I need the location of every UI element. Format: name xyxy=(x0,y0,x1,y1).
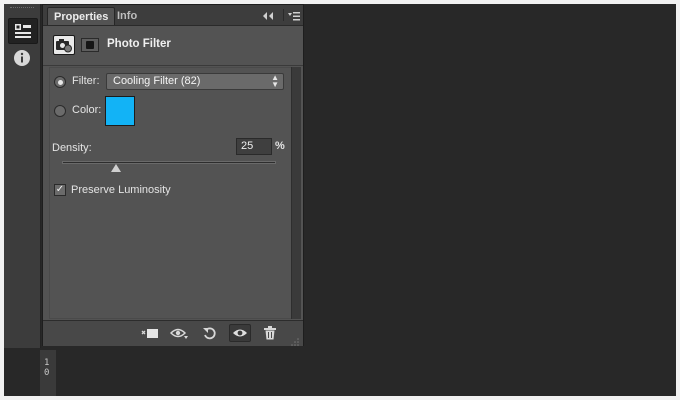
panel-tab-bar: Properties Info xyxy=(43,5,303,26)
app-window: Properties Info Photo Filter Filter: Coo… xyxy=(4,4,676,396)
eye-previous-icon xyxy=(170,328,188,339)
filter-select-value: Cooling Filter (82) xyxy=(113,75,201,87)
properties-panel-icon[interactable] xyxy=(8,18,38,44)
density-input[interactable]: 25 xyxy=(236,138,272,155)
panel-icon-strip xyxy=(4,4,41,348)
density-unit: % xyxy=(275,140,285,152)
ruler-digit: 0 xyxy=(44,368,50,378)
properties-icon xyxy=(15,24,31,38)
adjustment-header: Photo Filter xyxy=(43,25,303,66)
tab-info[interactable]: Info xyxy=(111,7,143,25)
properties-panel: Properties Info Photo Filter Filter: Coo… xyxy=(42,4,304,346)
panel-bottom-bar xyxy=(43,320,303,346)
radio-dot xyxy=(57,79,63,85)
adjustment-title: Photo Filter xyxy=(107,38,171,50)
select-arrows-icon: ▲ ▼ xyxy=(271,73,279,89)
color-label: Color: xyxy=(72,104,102,116)
eye-icon xyxy=(233,329,247,337)
tab-bar-divider xyxy=(283,9,284,21)
panel-scrollbar[interactable] xyxy=(291,67,301,319)
resize-grip-icon xyxy=(291,338,299,346)
delete-layer-button[interactable] xyxy=(259,324,281,342)
clip-to-layer-icon xyxy=(141,329,158,338)
info-icon xyxy=(14,50,30,66)
density-slider-track[interactable] xyxy=(62,161,276,164)
layer-mask-button[interactable] xyxy=(81,38,99,52)
filter-label: Filter: xyxy=(72,75,100,87)
strip-grip[interactable] xyxy=(10,7,34,10)
reset-button[interactable] xyxy=(199,324,221,342)
panel-menu-button[interactable] xyxy=(287,9,301,21)
ruler-digit: 1 xyxy=(44,358,50,368)
clip-to-layer-button[interactable] xyxy=(139,324,161,342)
panel-resize-grip[interactable] xyxy=(290,334,300,346)
info-panel-icon[interactable] xyxy=(8,46,36,70)
filter-radio[interactable] xyxy=(54,76,66,88)
color-radio[interactable] xyxy=(54,105,66,117)
photo-filter-camera-icon xyxy=(56,39,72,53)
preserve-luminosity-checkbox[interactable]: ✓ xyxy=(54,184,66,196)
double-chevron-left-icon xyxy=(263,12,273,20)
preserve-luminosity-label: Preserve Luminosity xyxy=(71,184,171,196)
adjustment-layer-button[interactable] xyxy=(53,35,75,55)
color-swatch[interactable] xyxy=(105,96,135,126)
density-label: Density: xyxy=(52,142,92,154)
panel-menu-icon xyxy=(288,12,300,21)
filter-select[interactable]: Cooling Filter (82) ▲ ▼ xyxy=(106,73,284,90)
toggle-visibility-button[interactable] xyxy=(229,324,251,342)
tab-properties[interactable]: Properties xyxy=(47,7,116,25)
adjustment-controls: Filter: Cooling Filter (82) ▲ ▼ Color: De… xyxy=(49,67,292,319)
checkmark-icon: ✓ xyxy=(55,184,65,195)
trash-icon xyxy=(264,326,276,340)
reset-icon xyxy=(203,327,216,340)
view-previous-state-button[interactable] xyxy=(169,324,191,342)
collapse-panel-button[interactable] xyxy=(261,9,275,21)
vertical-ruler: 1 0 xyxy=(40,350,56,396)
density-slider-thumb[interactable] xyxy=(110,164,121,172)
mask-icon xyxy=(86,41,94,49)
